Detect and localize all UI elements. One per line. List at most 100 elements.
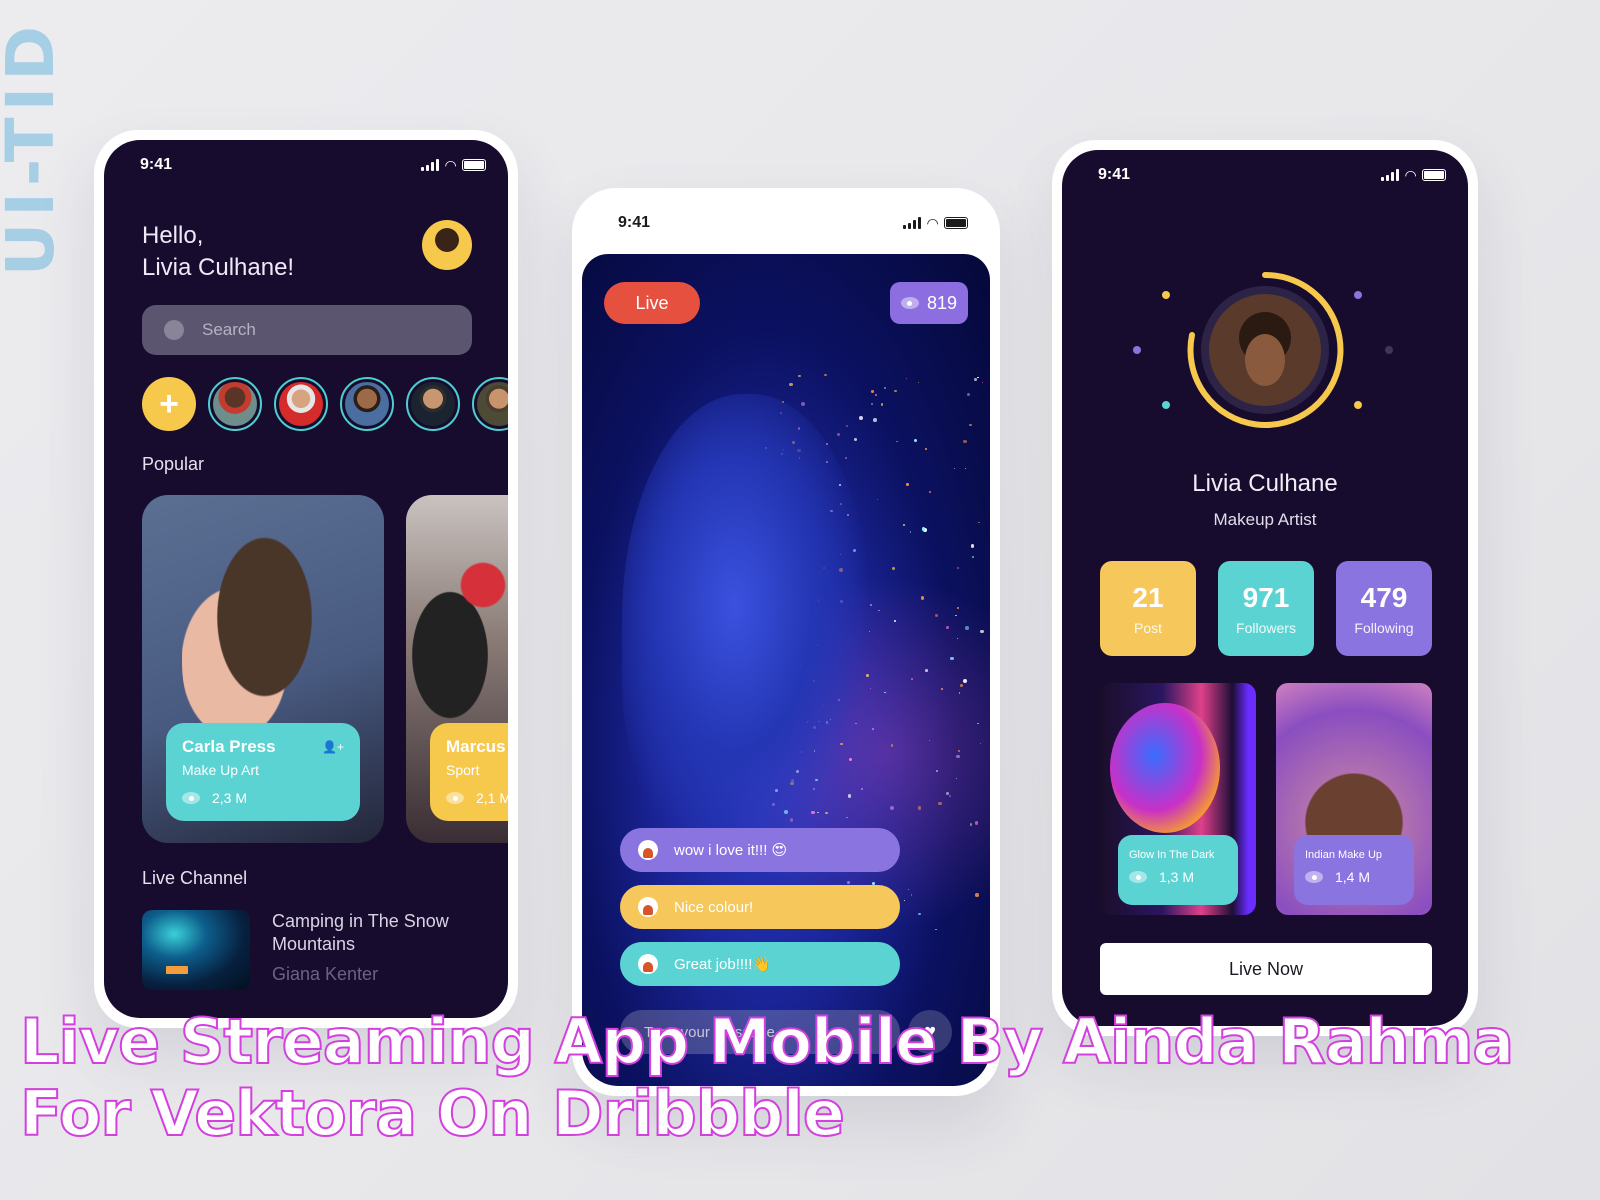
- glitter-speck: [824, 374, 827, 377]
- story-avatar[interactable]: [208, 377, 262, 431]
- user-avatar[interactable]: [422, 220, 472, 270]
- signal-icon: [1381, 169, 1400, 181]
- card-photo: [406, 545, 508, 745]
- glitter-speck: [956, 606, 960, 610]
- status-bar: 9:41 ◠: [1062, 150, 1468, 200]
- glitter-speck: [955, 614, 957, 616]
- popular-card[interactable]: Carla Press 👤+ Make Up Art 2,3 M: [142, 495, 384, 843]
- video-stream[interactable]: Live 819 wow i love it!!! 😍 Nice colour!…: [582, 254, 990, 1086]
- wifi-icon: ◠: [445, 156, 456, 173]
- glitter-speck: [798, 374, 802, 378]
- popular-card[interactable]: Marcus Sport 2,1 M: [406, 495, 508, 843]
- glitter-speck: [861, 787, 864, 790]
- stat-label: Followers: [1236, 619, 1296, 636]
- glitter-speck: [891, 567, 895, 571]
- chat-text: wow i love it!!! 😍: [674, 842, 788, 859]
- glitter-speck: [960, 684, 963, 687]
- glitter-speck: [925, 669, 929, 672]
- search-placeholder: Search: [202, 320, 256, 339]
- glitter-speck: [910, 678, 913, 681]
- stat-following[interactable]: 479 Following: [1336, 561, 1432, 656]
- chat-text: Nice colour!: [674, 898, 754, 916]
- face-shape: [622, 394, 872, 864]
- glitter-speck: [946, 626, 949, 629]
- glitter-speck: [845, 457, 848, 460]
- plus-icon: +: [159, 384, 179, 423]
- story-avatar[interactable]: [472, 377, 508, 431]
- glitter-speck: [872, 728, 874, 730]
- glitter-speck: [975, 893, 979, 897]
- stat-value: 971: [1242, 581, 1290, 613]
- glitter-speck: [977, 722, 979, 725]
- glitter-speck: [966, 392, 971, 397]
- gallery-info: Glow In The Dark 1,3 M: [1118, 835, 1238, 905]
- story-avatar[interactable]: [340, 377, 394, 431]
- chat-message: Great job!!!!👋: [620, 942, 900, 986]
- glitter-speck: [928, 739, 931, 741]
- glitter-speck: [935, 770, 938, 773]
- glitter-speck: [845, 424, 849, 428]
- search-icon: [164, 320, 184, 340]
- glitter-speck: [873, 417, 878, 422]
- card-info: Marcus Sport 2,1 M: [430, 723, 508, 821]
- stat-value: 479: [1360, 581, 1408, 613]
- story-avatar[interactable]: [406, 377, 460, 431]
- decor-dot: [1354, 401, 1362, 409]
- live-author: Giana Kenter: [272, 964, 379, 984]
- profile-avatar-ring: [1062, 260, 1468, 440]
- search-input[interactable]: Search: [142, 305, 472, 355]
- glitter-speck: [963, 679, 968, 684]
- chat-message: wow i love it!!! 😍: [620, 828, 900, 872]
- eye-icon: [182, 792, 200, 804]
- gallery-card[interactable]: Glow In The Dark 1,3 M: [1100, 683, 1256, 915]
- card-name: Carla Press: [182, 737, 276, 756]
- glitter-speck: [925, 447, 928, 450]
- live-now-button[interactable]: Live Now: [1100, 943, 1432, 995]
- gallery-card[interactable]: Indian Make Up 1,4 M: [1276, 683, 1432, 915]
- glitter-speck: [963, 439, 967, 443]
- decor-dot: [1162, 291, 1170, 299]
- glitter-speck: [970, 544, 975, 548]
- stat-value: 21: [1132, 581, 1164, 613]
- glitter-speck: [957, 750, 961, 753]
- decor-dot: [1354, 291, 1362, 299]
- glitter-speck: [969, 424, 972, 427]
- glitter-speck: [854, 438, 857, 442]
- decor-dot: [1385, 346, 1393, 354]
- add-story-button[interactable]: +: [142, 377, 196, 431]
- add-friend-icon[interactable]: 👤+: [322, 740, 344, 754]
- glitter-speck: [891, 744, 894, 747]
- glitter-speck: [875, 393, 878, 396]
- glitter-speck: [954, 467, 956, 469]
- glitter-speck: [972, 555, 975, 559]
- gallery-title: Indian Make Up: [1305, 849, 1383, 861]
- glitter-speck: [957, 566, 960, 569]
- glitter-speck: [836, 432, 840, 436]
- viewer-count: 819: [890, 282, 968, 324]
- popular-title: Popular: [142, 454, 205, 474]
- glitter-speck: [800, 402, 805, 406]
- stat-followers[interactable]: 971 Followers: [1218, 561, 1314, 656]
- status-bar: 9:41 ◠: [582, 198, 990, 248]
- glitter-speck: [979, 629, 984, 634]
- glitter-speck: [958, 692, 960, 694]
- viewer-count-value: 819: [926, 292, 958, 313]
- glitter-speck: [935, 929, 937, 931]
- home-screen: 9:41 ◠ Hello, Livia Culhane! Search + Po…: [104, 140, 508, 1018]
- glitter-speck: [941, 688, 944, 691]
- glitter-speck: [938, 801, 942, 805]
- glitter-speck: [894, 620, 897, 623]
- profile-face: [1245, 334, 1285, 386]
- gallery-photo: [1110, 703, 1220, 833]
- gallery-title: Glow In The Dark: [1129, 849, 1215, 861]
- story-avatar[interactable]: [274, 377, 328, 431]
- glitter-speck: [902, 524, 905, 527]
- glitter-speck: [909, 531, 912, 533]
- stat-post[interactable]: 21 Post: [1100, 561, 1196, 656]
- stats-row: 21 Post 971 Followers 479 Following: [1100, 561, 1432, 656]
- live-channel-item[interactable]: Camping in The Snow Mountains Giana Kent…: [142, 910, 472, 990]
- glitter-speck: [977, 376, 979, 379]
- greeting-line-1: Hello,: [142, 222, 204, 249]
- eye-icon: [446, 792, 464, 804]
- decor-dot: [1133, 346, 1141, 354]
